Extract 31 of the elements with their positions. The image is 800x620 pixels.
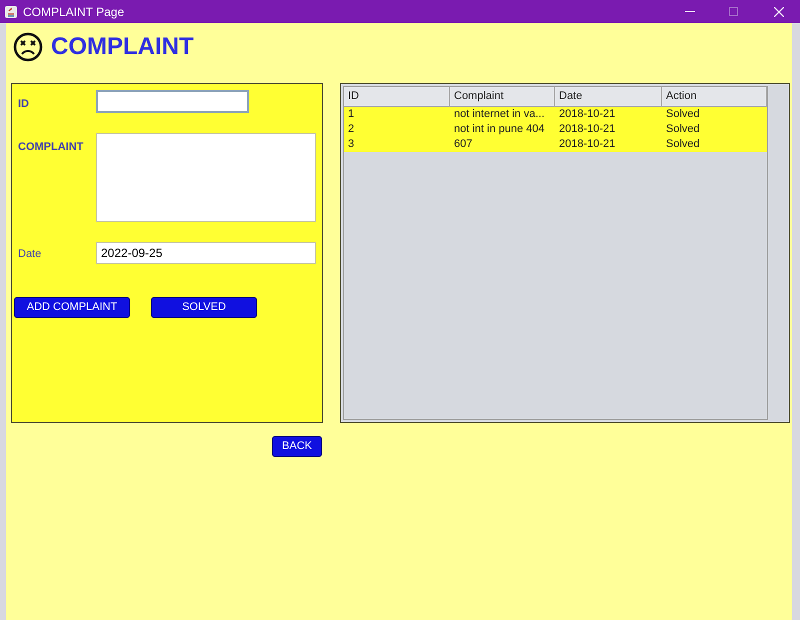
table-row[interactable]: 3 607 2018-10-21 Solved (344, 137, 767, 152)
id-field[interactable] (96, 90, 249, 113)
table-cell-text: not int in pune 404 (453, 122, 546, 137)
solved-button[interactable]: SOLVED (151, 297, 257, 318)
close-icon[interactable] (774, 6, 784, 16)
sad-face-icon (13, 32, 43, 62)
date-field[interactable]: 2022-09-25 (96, 242, 316, 264)
table-cell-text: 1 (347, 107, 356, 122)
page-heading: COMPLAINT (51, 32, 194, 62)
table-cell-text: Solved (665, 122, 701, 137)
field-label: COMPLAINT (18, 140, 84, 155)
minimize-icon[interactable] (685, 10, 695, 12)
field-label: ID (18, 97, 30, 112)
table-cell-text: not internet in va... (453, 107, 546, 122)
table-cell-text: Solved (665, 137, 701, 152)
table-row[interactable]: 1 not internet in va... 2018-10-21 Solved (344, 107, 767, 122)
maximize-icon[interactable] (729, 7, 738, 16)
window-title: COMPLAINT Page (23, 4, 124, 20)
table-cell-text: 2018-10-21 (558, 137, 616, 152)
field-label: Date (18, 247, 42, 262)
table-cell-text: Solved (665, 107, 701, 122)
table-cell-text: 2 (347, 122, 356, 137)
table-cell-text: 607 (453, 137, 474, 152)
table-cell-text: 2018-10-21 (558, 122, 616, 137)
app-icon (4, 4, 18, 18)
back-button[interactable]: BACK (272, 436, 322, 457)
table-cell-text: 2018-10-21 (558, 107, 616, 122)
add-complaint-button[interactable]: ADD COMPLAINT (14, 297, 130, 318)
table-row[interactable]: 2 not int in pune 404 2018-10-21 Solved (344, 122, 767, 137)
table-cell-text: 3 (347, 137, 356, 152)
complaint-field[interactable] (96, 133, 316, 222)
